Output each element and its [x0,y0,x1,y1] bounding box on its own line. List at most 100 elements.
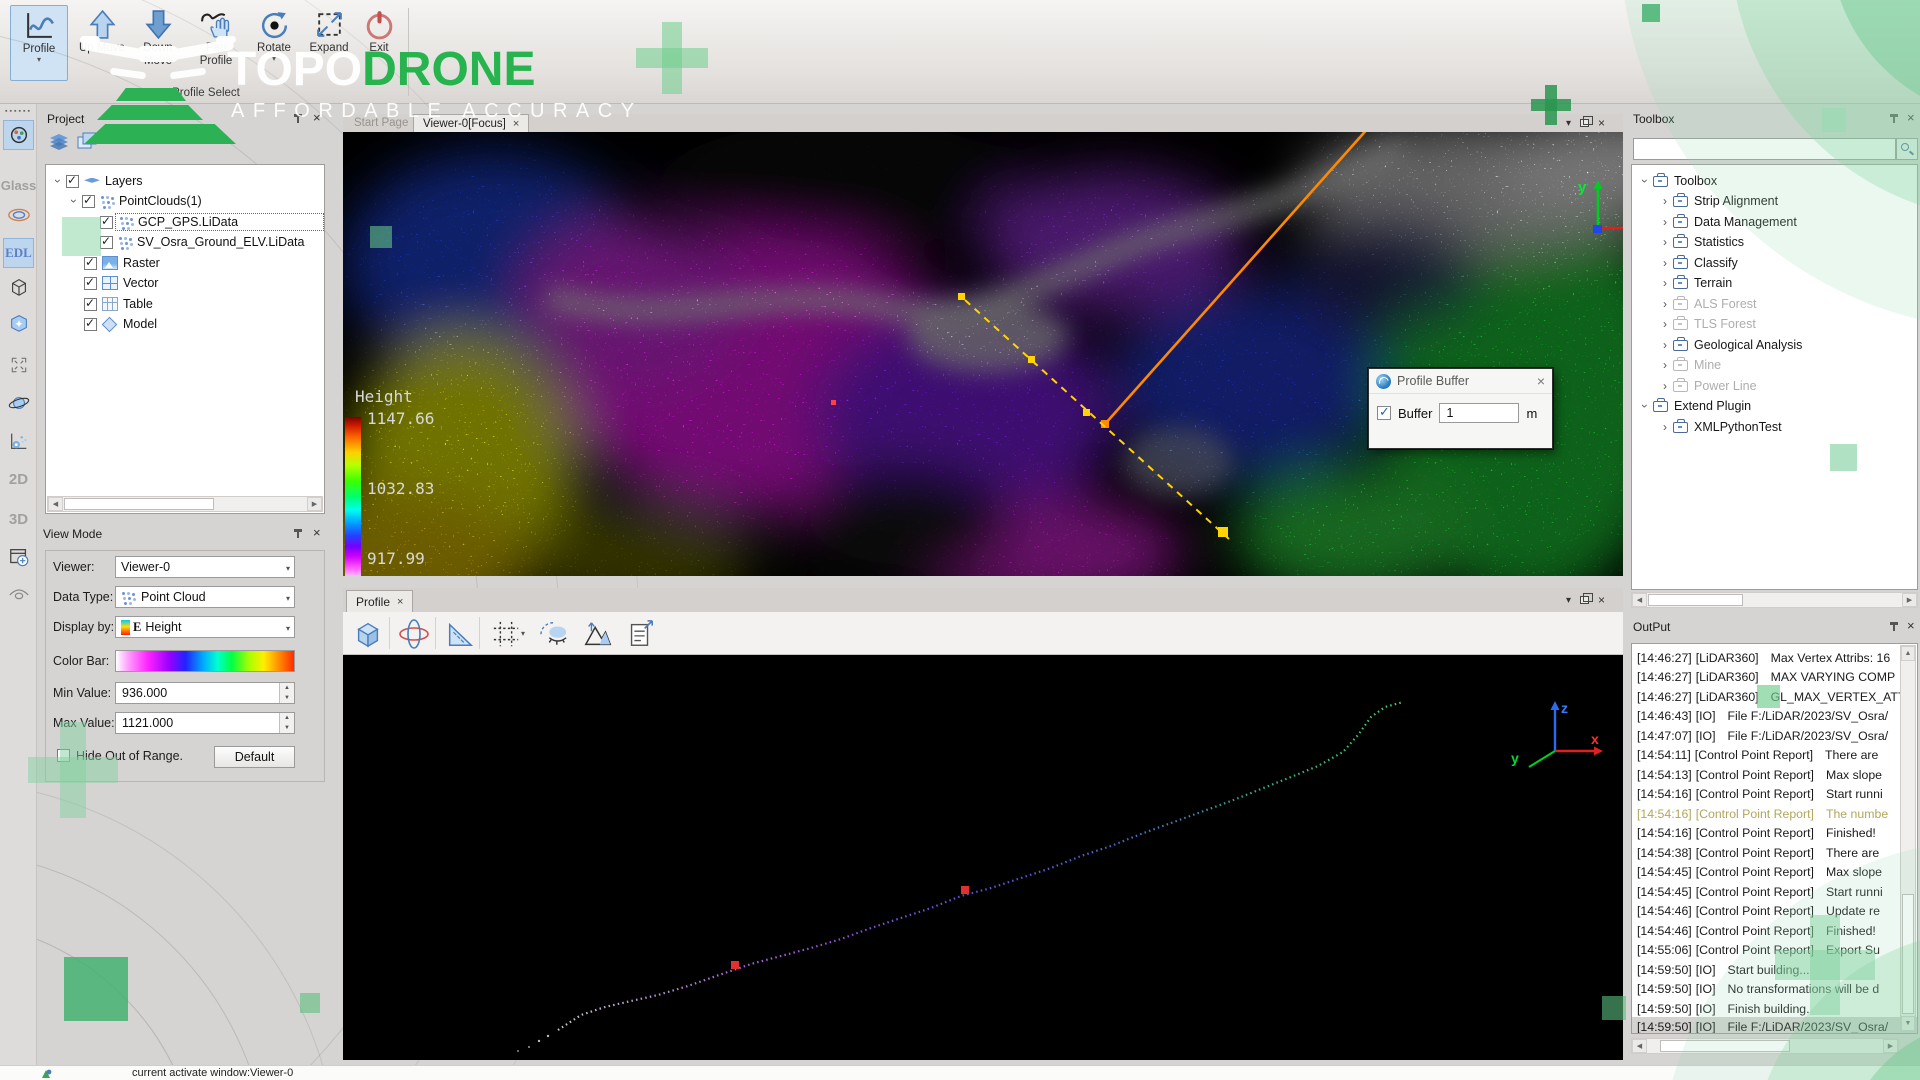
log-line[interactable]: [14:54:45][Control Point Report]Max slop… [1632,862,1917,881]
toolbox-item-statistics[interactable]: › Statistics [1632,232,1917,252]
dialog-titlebar[interactable]: Profile Buffer × [1369,369,1552,394]
pan-profile-button[interactable]: Pan Profile [188,5,244,81]
log-line-selected[interactable]: [14:59:50][IO]File F:/LiDAR/2023/SV_Osra… [1632,1017,1917,1034]
restore-icon[interactable] [1580,596,1589,604]
pin-icon[interactable] [294,113,303,124]
chevron-down-icon[interactable]: › [67,195,81,207]
chevron-right-icon[interactable]: › [1659,338,1671,352]
tree-item-layers[interactable]: › ✓ Layers [46,171,324,191]
close-icon[interactable]: × [1537,373,1545,389]
log-line[interactable]: [14:59:50][IO]No transformations will be… [1632,979,1917,998]
shaded-cube-button[interactable] [3,308,34,338]
log-line[interactable]: [14:54:13][Control Point Report]Max slop… [1632,765,1917,784]
log-line[interactable]: [14:46:27][LiDAR360]GL_MAX_VERTEX_ATTR [1632,687,1917,706]
checkbox[interactable]: ✓ [84,318,97,331]
log-line[interactable]: [14:46:27][LiDAR360]MAX VARYING COMP [1632,667,1917,686]
hide-view-button[interactable] [3,580,34,610]
toolbox-item-data-management[interactable]: › Data Management [1632,212,1917,232]
max-value-input[interactable]: 1121.000 ▲▼ [115,712,295,734]
close-icon[interactable]: × [1598,116,1605,130]
color-palette-button[interactable] [3,120,34,150]
log-line[interactable]: [14:54:45][Control Point Report]Start ru… [1632,882,1917,901]
dock-menu-icon[interactable]: ▾ [1566,118,1571,129]
horizontal-scrollbar[interactable]: ◀ ▶ [1631,592,1918,608]
horizontal-scrollbar[interactable]: ◀ ▶ [1631,1038,1899,1054]
log-line[interactable]: [14:59:50][IO]Start building... [1632,960,1917,979]
toolbox-item-geological-analysis[interactable]: › Geological Analysis [1632,335,1917,355]
checkbox[interactable]: ✓ [100,236,113,249]
search-button[interactable] [1896,138,1918,160]
close-icon[interactable]: × [313,111,321,124]
spinner-icons[interactable]: ▲▼ [279,713,294,733]
log-line[interactable]: [14:54:38][Control Point Report]There ar… [1632,843,1917,862]
measure-slope-button[interactable] [441,615,479,652]
log-line[interactable]: [14:54:46][Control Point Report]Update r… [1632,901,1917,920]
orbit-view-button[interactable] [395,615,433,652]
glasses-button[interactable] [3,200,34,230]
toolbox-item-classify[interactable]: › Classify [1632,253,1917,273]
close-icon[interactable]: × [397,596,403,608]
scroll-right-icon[interactable]: ▶ [307,497,322,511]
view-3d-button[interactable] [349,615,387,652]
orbit-button[interactable] [3,388,34,418]
2d-view-button[interactable]: 2D [3,464,34,494]
toolbox-item-xmlpythontest[interactable]: › XMLPythonTest [1632,417,1917,437]
tree-item-vector[interactable]: ✓ Vector [46,273,324,293]
close-icon[interactable]: × [1907,619,1915,632]
chevron-right-icon[interactable]: › [1659,276,1671,290]
vertical-scrollbar[interactable]: ▲ ▼ [1900,645,1916,1032]
scroll-left-icon[interactable]: ◀ [1632,593,1647,607]
grid-button[interactable]: ▾ [485,615,531,652]
scroll-left-icon[interactable]: ◀ [1632,1039,1647,1053]
viewer-select[interactable]: Viewer-0 ▾ [115,556,295,578]
buffer-handle[interactable] [1218,527,1228,537]
chevron-right-icon[interactable]: › [1659,215,1671,229]
fit-extent-button[interactable] [3,350,34,380]
tree-item-gcp-gps[interactable]: ✓ GCP_GPS.LiData [46,212,324,232]
buffer-value-input[interactable]: 1 [1439,403,1519,423]
expand-button[interactable]: Expand [304,5,354,81]
toolbox-item-strip-alignment[interactable]: › Strip Alignment [1632,191,1917,211]
spin-up-icon[interactable]: ▲ [284,685,290,691]
checkbox[interactable]: ✓ [100,216,113,229]
toolbox-item-terrain[interactable]: › Terrain [1632,273,1917,293]
restore-icon[interactable] [1580,119,1589,127]
display-by-select[interactable]: E Height ▾ [115,616,295,638]
profile-section-canvas[interactable]: z y x [343,655,1623,1060]
scroll-right-icon[interactable]: ▶ [1883,1039,1898,1053]
log-line[interactable]: [14:47:07][IO]File F:/LiDAR/2023/SV_Osra… [1632,726,1917,745]
toolbox-item-mine[interactable]: › Mine [1632,355,1917,375]
checkbox[interactable]: ✓ [82,195,95,208]
pin-icon[interactable] [294,528,303,539]
buffer-handle[interactable] [958,293,965,300]
up-move-button[interactable]: Up Move [76,5,128,81]
chevron-right-icon[interactable]: › [1659,317,1671,331]
new-window-button[interactable] [3,542,34,572]
pin-icon[interactable] [1890,113,1899,124]
tab-profile[interactable]: Profile × [346,590,413,612]
report-button[interactable] [621,615,659,652]
log-line[interactable]: [14:54:16][Control Point Report]Start ru… [1632,784,1917,803]
point-settings-button[interactable] [3,426,34,456]
chevron-right-icon[interactable]: › [1659,194,1671,208]
dropdown-icon[interactable]: ▾ [521,630,525,638]
checkbox[interactable]: ✓ [66,175,79,188]
spin-up-icon[interactable]: ▲ [284,715,290,721]
chevron-down-icon[interactable]: › [51,175,65,187]
chevron-right-icon[interactable]: › [1659,297,1671,311]
terrain-section-button[interactable] [579,615,617,652]
chevron-down-icon[interactable]: › [1638,400,1652,412]
viewer-0-canvas[interactable]: y x Height 1147.66 1032.83 917.99 [343,132,1623,576]
rotate-button[interactable]: Rotate ▾ [248,5,300,81]
profile-button[interactable]: Profile ▾ [10,5,68,81]
default-button[interactable]: Default [214,746,295,768]
log-line[interactable]: [14:55:06][Control Point Report]Export S… [1632,940,1917,959]
scrollbar-thumb[interactable] [1660,1040,1790,1052]
section-marker[interactable] [961,886,969,894]
toolbox-item-extend-plugin[interactable]: › Extend Plugin [1632,396,1917,416]
buffer-handle[interactable] [1028,356,1035,363]
tab-viewer-0[interactable]: Viewer-0[Focus] × [413,114,529,132]
edl-button[interactable]: EDL [3,238,34,268]
tree-item-raster[interactable]: ✓ Raster [46,253,324,273]
horizontal-scrollbar[interactable]: ◀ ▶ [47,496,323,512]
